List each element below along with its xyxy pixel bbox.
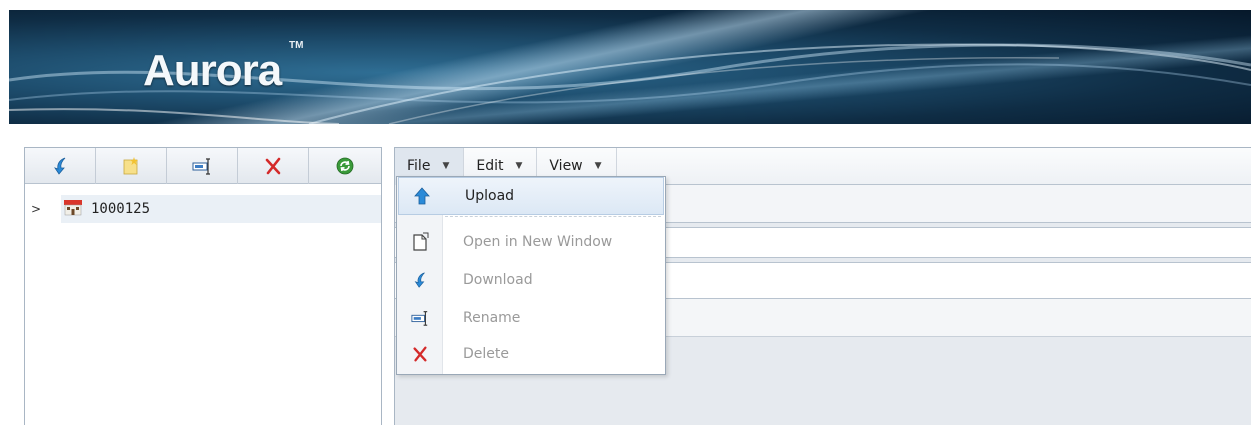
tree-node-label: 1000125 (91, 201, 151, 217)
menu-item-delete[interactable]: Delete (397, 335, 665, 373)
edit-menu-label: Edit (476, 158, 504, 174)
tree-rename-button[interactable] (167, 147, 238, 184)
chevron-down-icon: ▼ (442, 161, 450, 171)
menu-item-rename[interactable]: Rename (397, 299, 665, 337)
tree-delete-button[interactable] (238, 147, 309, 184)
building-icon (63, 198, 83, 220)
download-arrow-icon (397, 271, 443, 289)
menu-item-open-new-window[interactable]: Open in New Window (397, 223, 665, 261)
tree-new-folder-button[interactable] (96, 147, 167, 184)
delete-icon (265, 157, 281, 174)
aurora-logo: Aurora (143, 46, 282, 95)
new-window-icon (397, 232, 443, 252)
folder-tree-panel: > 1000125 (24, 147, 382, 425)
upload-arrow-icon (399, 187, 445, 205)
file-dropdown-menu: Upload Open in New Window Download Renam… (396, 176, 666, 375)
header-banner: Aurora TM (9, 10, 1251, 124)
tree-node[interactable]: > 1000125 (25, 195, 381, 223)
tree-toolbar (25, 147, 381, 184)
menu-item-upload[interactable]: Upload (398, 177, 664, 215)
tree-expander[interactable]: > (31, 202, 43, 216)
menu-item-label: Rename (463, 310, 521, 326)
menu-item-label: Delete (463, 346, 509, 362)
download-arrow-icon (54, 157, 66, 175)
menu-item-label: Download (463, 272, 533, 288)
menu-item-label: Open in New Window (463, 234, 613, 250)
rename-icon (397, 309, 443, 327)
chevron-down-icon: ▼ (594, 161, 602, 171)
new-folder-icon (123, 156, 138, 174)
tree-download-button[interactable] (25, 147, 96, 184)
rename-icon (192, 157, 210, 175)
refresh-icon (336, 157, 353, 174)
delete-icon (397, 345, 443, 363)
view-menu-label: View (549, 158, 583, 174)
chevron-down-icon: ▼ (515, 161, 523, 171)
app-window: Aurora TM > 1000125 File ▼ Edit ▼ View ▼… (0, 0, 1251, 425)
menu-item-download[interactable]: Download (397, 261, 665, 299)
menu-item-label: Upload (465, 188, 515, 204)
menu-separator (445, 216, 661, 217)
trademark-mark: TM (289, 40, 304, 51)
file-menu-label: File (407, 158, 431, 174)
tree-refresh-button[interactable] (309, 148, 380, 184)
